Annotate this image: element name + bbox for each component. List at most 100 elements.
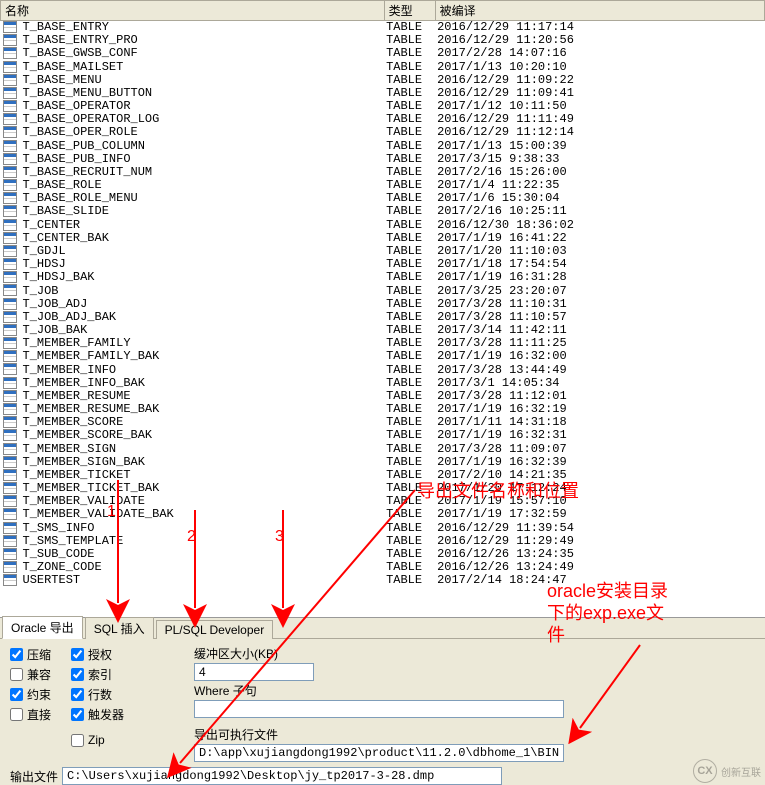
opt-index[interactable]: 索引 xyxy=(71,665,124,683)
table-row[interactable]: T_SUB_CODETABLE2016/12/26 13:24:35 xyxy=(1,548,765,561)
table-icon xyxy=(1,192,21,205)
cell-type: TABLE xyxy=(384,350,435,363)
table-row[interactable]: T_BASE_SLIDETABLE2017/2/16 10:25:11 xyxy=(1,205,765,218)
table-row[interactable]: T_BASE_OPERATORTABLE2017/1/12 10:11:50 xyxy=(1,100,765,113)
table-row[interactable]: T_MEMBER_INFO_BAKTABLE2017/3/1 14:05:34 xyxy=(1,377,765,390)
buffer-label: 缓冲区大小(KB) xyxy=(194,645,755,662)
opt-direct[interactable]: 直接 xyxy=(10,705,51,723)
cell-type: TABLE xyxy=(384,469,435,482)
table-row[interactable]: T_BASE_MAILSETTABLE2017/1/13 10:20:10 xyxy=(1,61,765,74)
cell-type: TABLE xyxy=(384,113,435,126)
table-row[interactable]: T_BASE_MENUTABLE2016/12/29 11:09:22 xyxy=(1,74,765,87)
table-row[interactable]: T_MEMBER_TICKETTABLE2017/2/10 14:21:35 xyxy=(1,469,765,482)
opt-grant[interactable]: 授权 xyxy=(71,645,124,663)
buffer-input[interactable] xyxy=(194,663,314,681)
table-row[interactable]: T_MEMBER_FAMILY_BAKTABLE2017/1/19 16:32:… xyxy=(1,350,765,363)
exec-input[interactable] xyxy=(194,744,564,762)
table-row[interactable]: T_HDSJ_BAKTABLE2017/1/19 16:31:28 xyxy=(1,271,765,284)
opt-trigger[interactable]: 触发器 xyxy=(71,705,124,723)
table-row[interactable]: T_MEMBER_VALIDATETABLE2017/1/19 15:57:10 xyxy=(1,495,765,508)
cell-date: 2017/3/28 11:10:57 xyxy=(435,311,764,324)
table-row[interactable]: T_BASE_RECRUIT_NUMTABLE2017/2/16 15:26:0… xyxy=(1,166,765,179)
table-row[interactable]: USERTESTTABLE2017/2/14 18:24:47 xyxy=(1,574,765,587)
table-row[interactable]: T_MEMBER_TICKET_BAKTABLE2017/1/20 17:12:… xyxy=(1,482,765,495)
table-icon xyxy=(1,258,21,271)
opt-zip[interactable]: Zip xyxy=(71,731,124,749)
cell-date: 2016/12/29 11:39:54 xyxy=(435,522,764,535)
table-icon xyxy=(1,456,21,469)
cell-date: 2017/1/19 16:32:00 xyxy=(435,350,764,363)
table-row[interactable]: T_JOB_BAKTABLE2017/3/14 11:42:11 xyxy=(1,324,765,337)
table-row[interactable]: T_MEMBER_VALIDATE_BAKTABLE2017/1/19 17:3… xyxy=(1,508,765,521)
table-icon xyxy=(1,126,21,139)
cell-name: USERTEST xyxy=(21,574,385,587)
cell-type: TABLE xyxy=(384,311,435,324)
table-row[interactable]: T_BASE_PUB_COLUMNTABLE2017/1/13 15:00:39 xyxy=(1,140,765,153)
cell-name: T_JOB xyxy=(21,284,385,297)
cell-date: 2017/1/19 16:31:28 xyxy=(435,271,764,284)
table-row[interactable]: T_JOB_ADJ_BAKTABLE2017/3/28 11:10:57 xyxy=(1,311,765,324)
table-row[interactable]: T_ZONE_CODETABLE2016/12/26 13:24:49 xyxy=(1,561,765,574)
tab-oracle-export[interactable]: Oracle 导出 xyxy=(2,616,83,639)
table-row[interactable]: T_GDJLTABLE2017/1/20 11:10:03 xyxy=(1,245,765,258)
table-row[interactable]: T_MEMBER_INFOTABLE2017/3/28 13:44:49 xyxy=(1,363,765,376)
table-row[interactable]: T_JOB_ADJTABLE2017/3/28 11:10:31 xyxy=(1,298,765,311)
opt-rows[interactable]: 行数 xyxy=(71,685,124,703)
where-input[interactable] xyxy=(194,700,564,718)
cell-name: T_BASE_MAILSET xyxy=(21,61,385,74)
cell-name: T_CENTER xyxy=(21,219,385,232)
cell-type: TABLE xyxy=(384,258,435,271)
table-row[interactable]: T_SMS_INFOTABLE2016/12/29 11:39:54 xyxy=(1,522,765,535)
table-row[interactable]: T_BASE_ENTRYTABLE2016/12/29 11:17:14 xyxy=(1,21,765,35)
cell-name: T_BASE_ROLE_MENU xyxy=(21,192,385,205)
table-icon xyxy=(1,561,21,574)
cell-name: T_BASE_MENU xyxy=(21,74,385,87)
cell-type: TABLE xyxy=(384,324,435,337)
table-icon xyxy=(1,535,21,548)
table-row[interactable]: T_BASE_OPER_ROLETABLE2016/12/29 11:12:14 xyxy=(1,126,765,139)
table-row[interactable]: T_MEMBER_SCORETABLE2017/1/11 14:31:18 xyxy=(1,416,765,429)
opt-constraint[interactable]: 约束 xyxy=(10,685,51,703)
cell-date: 2016/12/26 13:24:49 xyxy=(435,561,764,574)
opt-compat[interactable]: 兼容 xyxy=(10,665,51,683)
table-row[interactable]: T_MEMBER_SIGNTABLE2017/3/28 11:09:07 xyxy=(1,443,765,456)
table-row[interactable]: T_JOBTABLE2017/3/25 23:20:07 xyxy=(1,284,765,297)
cell-type: TABLE xyxy=(384,61,435,74)
tab-sql-insert[interactable]: SQL 插入 xyxy=(85,617,154,639)
table-row[interactable]: T_HDSJTABLE2017/1/18 17:54:54 xyxy=(1,258,765,271)
output-input[interactable] xyxy=(62,767,502,785)
cell-date: 2017/3/15 9:38:33 xyxy=(435,153,764,166)
table-row[interactable]: T_BASE_PUB_INFOTABLE2017/3/15 9:38:33 xyxy=(1,153,765,166)
cell-type: TABLE xyxy=(384,403,435,416)
table-icon xyxy=(1,205,21,218)
table-row[interactable]: T_BASE_ENTRY_PROTABLE2016/12/29 11:20:56 xyxy=(1,34,765,47)
table-row[interactable]: T_MEMBER_RESUME_BAKTABLE2017/1/19 16:32:… xyxy=(1,403,765,416)
col-name[interactable]: 名称 xyxy=(1,1,385,21)
cell-type: TABLE xyxy=(384,429,435,442)
table-icon xyxy=(1,403,21,416)
col-date[interactable]: 被编译 xyxy=(435,1,764,21)
table-row[interactable]: T_SMS_TEMPLATETABLE2016/12/29 11:29:49 xyxy=(1,535,765,548)
table-row[interactable]: T_BASE_OPERATOR_LOGTABLE2016/12/29 11:11… xyxy=(1,113,765,126)
cell-type: TABLE xyxy=(384,21,435,35)
table-icon xyxy=(1,548,21,561)
opt-compress[interactable]: 压缩 xyxy=(10,645,51,663)
table-row[interactable]: T_CENTER_BAKTABLE2017/1/19 16:41:22 xyxy=(1,232,765,245)
cell-date: 2017/1/19 16:41:22 xyxy=(435,232,764,245)
table-row[interactable]: T_BASE_GWSB_CONFTABLE2017/2/28 14:07:16 xyxy=(1,47,765,60)
cell-type: TABLE xyxy=(384,535,435,548)
table-row[interactable]: T_MEMBER_RESUMETABLE2017/3/28 11:12:01 xyxy=(1,390,765,403)
cell-type: TABLE xyxy=(384,377,435,390)
table-row[interactable]: T_BASE_ROLETABLE2017/1/4 11:22:35 xyxy=(1,179,765,192)
table-row[interactable]: T_CENTERTABLE2016/12/30 18:36:02 xyxy=(1,219,765,232)
table-row[interactable]: T_MEMBER_SIGN_BAKTABLE2017/1/19 16:32:39 xyxy=(1,456,765,469)
table-row[interactable]: T_MEMBER_FAMILYTABLE2017/3/28 11:11:25 xyxy=(1,337,765,350)
table-row[interactable]: T_MEMBER_SCORE_BAKTABLE2017/1/19 16:32:3… xyxy=(1,429,765,442)
cell-type: TABLE xyxy=(384,74,435,87)
cell-name: T_BASE_PUB_INFO xyxy=(21,153,385,166)
col-type[interactable]: 类型 xyxy=(384,1,435,21)
table-row[interactable]: T_BASE_MENU_BUTTONTABLE2016/12/29 11:09:… xyxy=(1,87,765,100)
table-row[interactable]: T_BASE_ROLE_MENUTABLE2017/1/6 15:30:04 xyxy=(1,192,765,205)
object-table[interactable]: 名称 类型 被编译 T_BASE_ENTRYTABLE2016/12/29 11… xyxy=(0,0,765,587)
tab-plsql-dev[interactable]: PL/SQL Developer xyxy=(156,620,274,639)
